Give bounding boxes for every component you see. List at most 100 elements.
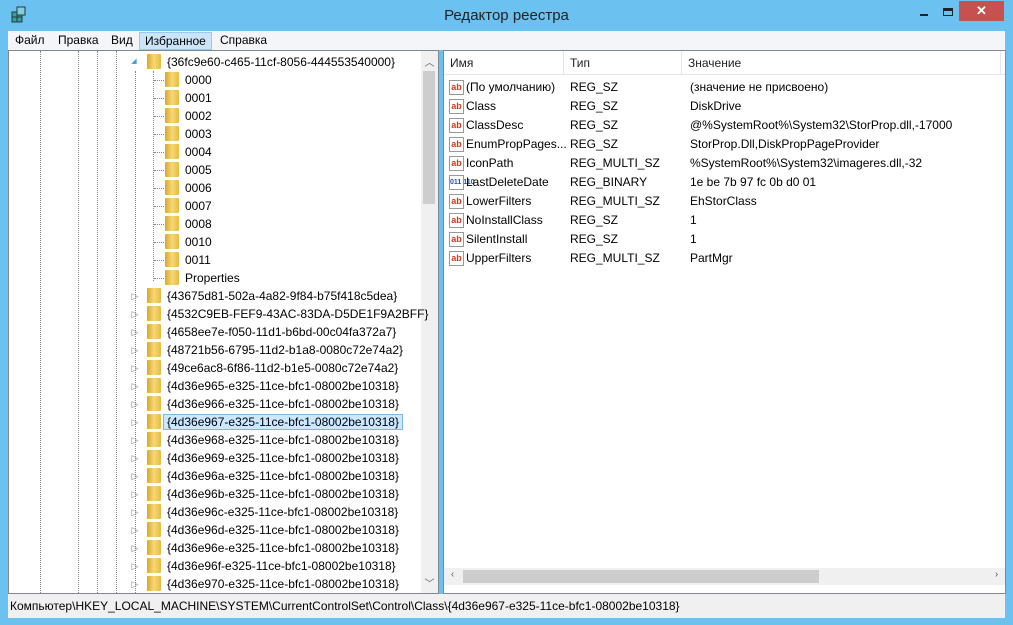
folder-icon [147, 324, 161, 339]
tree-node[interactable]: {4d36e966-e325-11ce-bfc1-08002be10318} [147, 395, 399, 413]
tree-node-child[interactable]: 0006 [165, 179, 212, 197]
tree-node-child[interactable]: 0004 [165, 143, 212, 161]
expand-arrow-icon[interactable]: ▷ [130, 327, 140, 337]
tree-node-child[interactable]: 0001 [165, 89, 212, 107]
value-row[interactable]: ab SilentInstall REG_SZ 1 [444, 230, 1005, 249]
expand-arrow-icon[interactable]: ▷ [130, 291, 140, 301]
tree-node[interactable]: {4d36e96b-e325-11ce-bfc1-08002be10318} [147, 485, 399, 503]
expand-arrow-icon[interactable]: ▷ [130, 561, 140, 571]
tree-node-label: {4d36e970-e325-11ce-bfc1-08002be10318} [167, 577, 399, 591]
tree-node[interactable]: {48721b56-6795-11d2-b1a8-0080c72e74a2} [147, 341, 403, 359]
expand-arrow-icon[interactable]: ▷ [130, 435, 140, 445]
value-data: EhStorClass [690, 194, 757, 208]
tree-node[interactable]: {49ce6ac8-6f86-11d2-b1e5-0080c72e74a2} [147, 359, 398, 377]
close-button[interactable]: ✕ [959, 1, 1004, 21]
column-value[interactable]: Значение [682, 51, 1001, 75]
folder-icon [147, 360, 161, 375]
tree-node[interactable]: {4658ee7e-f050-11d1-b6bd-00c04fa372a7} [147, 323, 396, 341]
tree-node[interactable]: {4d36e967-e325-11ce-bfc1-08002be10318} [147, 413, 403, 431]
folder-icon [147, 558, 161, 573]
tree-node-child[interactable]: 0007 [165, 197, 212, 215]
expand-arrow-icon[interactable]: ▷ [130, 579, 140, 589]
menu-help[interactable]: Справка [215, 32, 272, 50]
tree-node-label: 0008 [185, 217, 212, 231]
collapse-arrow-icon[interactable]: ◢ [129, 57, 139, 65]
value-name: EnumPropPages... [466, 137, 567, 151]
minimize-button[interactable] [915, 7, 941, 27]
tree-node[interactable]: {4d36e96e-e325-11ce-bfc1-08002be10318} [147, 539, 399, 557]
scroll-right-arrow[interactable]: › [988, 569, 1005, 580]
tree-node[interactable]: {43675d81-502a-4a82-9f84-b75f418c5dea} [147, 287, 397, 305]
tree-node[interactable]: {4d36e970-e325-11ce-bfc1-08002be10318} [147, 575, 399, 593]
value-row[interactable]: 011 110 LastDeleteDate REG_BINARY 1e be 7b … [444, 173, 1005, 192]
tree-node-label: 0001 [185, 91, 212, 105]
tree-node-label: 0010 [185, 235, 212, 249]
tree-node-label: 0007 [185, 199, 212, 213]
value-row[interactable]: ab UpperFilters REG_MULTI_SZ PartMgr [444, 249, 1005, 268]
menu-favorites[interactable]: Избранное [139, 32, 212, 50]
folder-icon [165, 144, 179, 159]
tree-node[interactable]: {4d36e96f-e325-11ce-bfc1-08002be10318} [147, 557, 396, 575]
tree-node[interactable]: {4d36e96d-e325-11ce-bfc1-08002be10318} [147, 521, 399, 539]
value-row[interactable]: ab (По умолчанию) REG_SZ (значение не присв… [444, 78, 1005, 97]
expand-arrow-icon[interactable]: ▷ [130, 399, 140, 409]
list-horizontal-scrollbar[interactable]: ‹ › [444, 568, 1005, 585]
tree-node-child[interactable]: Properties [165, 269, 240, 287]
tree-node[interactable]: {4d36e969-e325-11ce-bfc1-08002be10318} [147, 449, 399, 467]
value-name: LowerFilters [466, 194, 532, 208]
value-row[interactable]: ab NoInstallClass REG_SZ 1 [444, 211, 1005, 230]
string-value-icon: ab [449, 99, 464, 114]
value-name: Class [466, 99, 497, 113]
expand-arrow-icon[interactable]: ▷ [130, 507, 140, 517]
tree-scroll-thumb[interactable] [423, 71, 435, 204]
tree-node-label: 0002 [185, 109, 212, 123]
tree-node[interactable]: {4d36e968-e325-11ce-bfc1-08002be10318} [147, 431, 399, 449]
scroll-down-arrow[interactable]: ﹀ [421, 575, 438, 590]
folder-icon [147, 432, 161, 447]
expand-arrow-icon[interactable]: ▷ [130, 381, 140, 391]
folder-icon [147, 396, 161, 411]
tree-node-label: 0000 [185, 73, 212, 87]
expand-arrow-icon[interactable]: ▷ [130, 363, 140, 373]
menu-file[interactable]: Файл [10, 32, 50, 50]
expand-arrow-icon[interactable]: ▷ [130, 543, 140, 553]
expand-arrow-icon[interactable]: ▷ [130, 525, 140, 535]
value-row[interactable]: ab IconPath REG_MULTI_SZ %SystemRoot%\Syste… [444, 154, 1005, 173]
tree-node-child[interactable]: 0010 [165, 233, 212, 251]
value-row[interactable]: ab EnumPropPages... REG_SZ StorProp.Dll,Dis… [444, 135, 1005, 154]
tree-node-child[interactable]: 0003 [165, 125, 212, 143]
expand-arrow-icon[interactable]: ▷ [130, 453, 140, 463]
value-row[interactable]: ab Class REG_SZ DiskDrive [444, 97, 1005, 116]
expand-arrow-icon[interactable]: ▷ [130, 489, 140, 499]
value-row[interactable]: ab LowerFilters REG_MULTI_SZ EhStorClass [444, 192, 1005, 211]
column-name[interactable]: Имя [444, 51, 564, 75]
tree-node-child[interactable]: 0002 [165, 107, 212, 125]
tree-node-parent[interactable]: {36fc9e60-c465-11cf-8056-444553540000} [147, 53, 395, 71]
tree-node-child[interactable]: 0000 [165, 71, 212, 89]
expand-arrow-icon[interactable]: ▷ [130, 417, 140, 427]
list-scroll-thumb[interactable] [463, 570, 819, 583]
tree-node-label: {43675d81-502a-4a82-9f84-b75f418c5dea} [167, 289, 398, 303]
expand-arrow-icon[interactable]: ▷ [130, 471, 140, 481]
scroll-up-arrow[interactable]: ︿ [421, 54, 438, 69]
values-list: Имя Тип Значение ‹ › ab (По умолчанию) REG… [443, 50, 1006, 594]
value-data: (значение не присвоено) [690, 80, 829, 94]
tree-node[interactable]: {4d36e96c-e325-11ce-bfc1-08002be10318} [147, 503, 398, 521]
tree-node-child[interactable]: 0008 [165, 215, 212, 233]
tree-node-child[interactable]: 0005 [165, 161, 212, 179]
column-type[interactable]: Тип [564, 51, 682, 75]
scroll-left-arrow[interactable]: ‹ [444, 569, 461, 580]
menu-view[interactable]: Вид [106, 32, 138, 50]
tree-node-child[interactable]: 0011 [165, 251, 211, 269]
folder-icon [165, 108, 179, 123]
menu-edit[interactable]: Правка [53, 32, 104, 50]
expand-arrow-icon[interactable]: ▷ [130, 345, 140, 355]
tree-node[interactable]: {4d36e965-e325-11ce-bfc1-08002be10318} [147, 377, 399, 395]
tree-node[interactable]: {4532C9EB-FEF9-43AC-83DA-D5DE1F9A2BFF} [147, 305, 428, 323]
value-data: StorProp.Dll,DiskPropPageProvider [690, 137, 880, 151]
folder-icon [165, 234, 179, 249]
expand-arrow-icon[interactable]: ▷ [130, 309, 140, 319]
tree-node[interactable]: {4d36e96a-e325-11ce-bfc1-08002be10318} [147, 467, 399, 485]
value-row[interactable]: ab ClassDesc REG_SZ @%SystemRoot%\System32\… [444, 116, 1005, 135]
value-name: LastDeleteDate [466, 175, 549, 189]
